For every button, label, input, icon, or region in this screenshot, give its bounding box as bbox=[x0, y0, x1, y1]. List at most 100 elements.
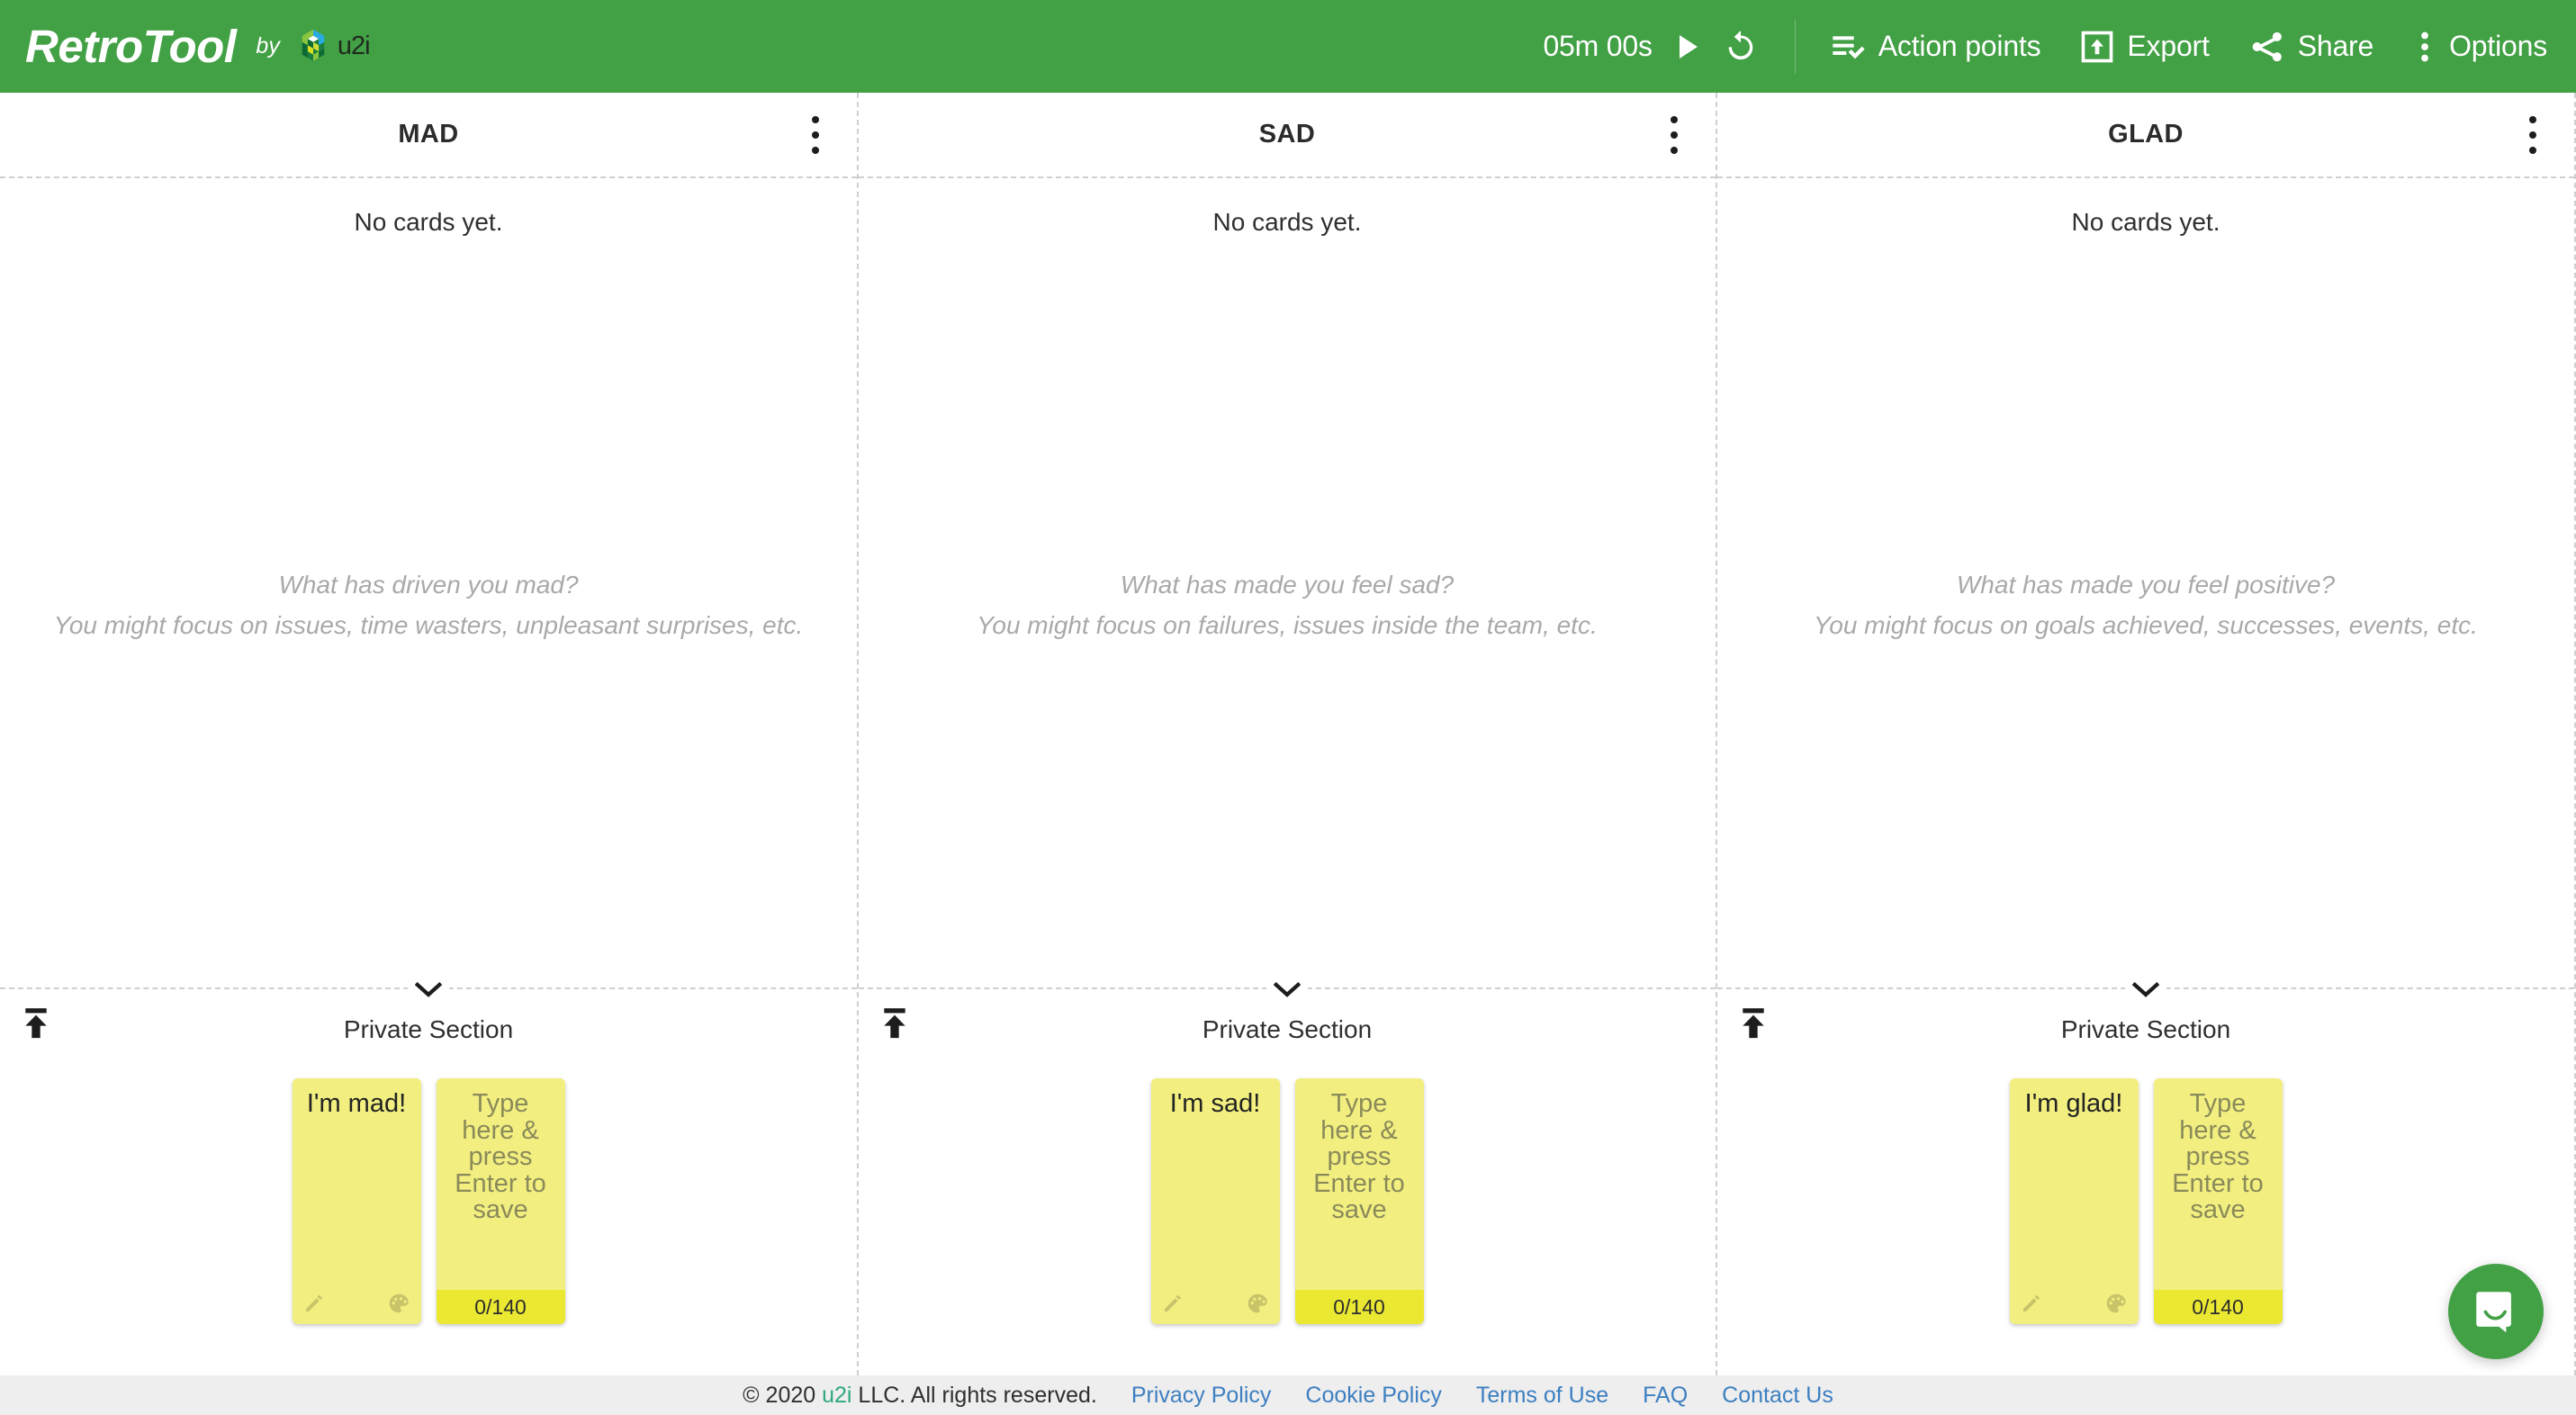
chevron-down-icon bbox=[415, 981, 442, 997]
palette-icon[interactable] bbox=[2104, 1292, 2128, 1315]
options-kebab-icon bbox=[2421, 32, 2428, 61]
footer-link-privacy-policy[interactable]: Privacy Policy bbox=[1131, 1383, 1272, 1409]
footer-link-contact-us[interactable]: Contact Us bbox=[1722, 1383, 1833, 1409]
private-section-bar: Private Section bbox=[859, 1002, 1716, 1058]
palette-icon[interactable] bbox=[387, 1292, 410, 1315]
share-label: Share bbox=[2297, 30, 2374, 62]
options-button[interactable]: Options bbox=[2413, 0, 2547, 93]
board-column-mad: MAD No cards yet. What has driven you ma… bbox=[0, 93, 859, 1375]
private-section-label: Private Section bbox=[1202, 1015, 1373, 1043]
collapse-private-section-button[interactable] bbox=[1266, 975, 1308, 1005]
card-footer bbox=[1151, 1283, 1280, 1324]
chevron-down-icon bbox=[2132, 981, 2159, 997]
column-hint-line1: What has made you feel positive? bbox=[1956, 571, 2336, 599]
board-column-glad: GLAD No cards yet. What has made you fee… bbox=[1717, 93, 2576, 1375]
publish-to-board-icon bbox=[884, 1008, 905, 1039]
new-card-placeholder: Type here & press Enter to save bbox=[2172, 1089, 2264, 1225]
column-hint-line2: You might focus on failures, issues insi… bbox=[977, 611, 1598, 640]
page-footer: © 2020 u2i LLC. All rights reserved. Pri… bbox=[0, 1375, 2576, 1415]
app-header: RetroTool by u2i 05m 00s Action points E… bbox=[0, 0, 2576, 93]
footer-link-cookie-policy[interactable]: Cookie Policy bbox=[1305, 1383, 1441, 1409]
column-header: SAD bbox=[859, 93, 1716, 178]
private-section-label: Private Section bbox=[343, 1015, 514, 1043]
new-card-placeholder: Type here & press Enter to save bbox=[1313, 1089, 1405, 1225]
export-label: Export bbox=[2127, 30, 2210, 62]
pencil-icon[interactable] bbox=[303, 1293, 325, 1314]
private-card[interactable]: I'm glad! bbox=[2009, 1078, 2139, 1324]
column-hint: What has made you feel positive? You mig… bbox=[1717, 564, 2574, 646]
publish-to-board-icon bbox=[1743, 1008, 1764, 1039]
private-cards-row: I'm mad! Type here & press Enter to save… bbox=[0, 1078, 857, 1324]
footer-link-faq[interactable]: FAQ bbox=[1643, 1383, 1688, 1409]
column-menu-kebab-icon[interactable] bbox=[2518, 115, 2547, 154]
export-button[interactable]: Export bbox=[2080, 0, 2210, 93]
column-header: GLAD bbox=[1717, 93, 2574, 178]
u2i-cube-logo-icon bbox=[302, 29, 325, 61]
action-points-button[interactable]: Action points bbox=[1830, 0, 2041, 93]
card-text: I'm mad! bbox=[306, 1089, 407, 1118]
pencil-icon[interactable] bbox=[2021, 1293, 2042, 1314]
column-menu-kebab-icon[interactable] bbox=[801, 115, 830, 154]
export-icon bbox=[2082, 31, 2113, 62]
publish-to-board-button[interactable] bbox=[20, 1006, 52, 1045]
publish-to-board-button[interactable] bbox=[878, 1006, 911, 1045]
column-title: GLAD bbox=[2108, 120, 2184, 149]
private-card[interactable]: I'm mad! bbox=[292, 1078, 421, 1324]
column-hint: What has driven you mad? You might focus… bbox=[0, 564, 857, 646]
card-text: I'm glad! bbox=[2024, 1089, 2123, 1118]
column-header: MAD bbox=[0, 93, 857, 178]
publish-to-board-button[interactable] bbox=[1737, 1006, 1770, 1045]
new-card-input[interactable]: Type here & press Enter to save 0/140 bbox=[436, 1078, 565, 1324]
card-text: I'm sad! bbox=[1169, 1089, 1261, 1118]
collapse-private-section-button[interactable] bbox=[2125, 975, 2166, 1005]
brand-company-label: u2i bbox=[337, 32, 371, 60]
private-card[interactable]: I'm sad! bbox=[1150, 1078, 1280, 1324]
column-hint: What has made you feel sad? You might fo… bbox=[859, 564, 1716, 646]
column-title: MAD bbox=[398, 120, 459, 149]
intercom-chat-launcher[interactable] bbox=[2448, 1264, 2544, 1359]
column-hint-line1: What has driven you mad? bbox=[278, 571, 579, 599]
column-menu-kebab-icon[interactable] bbox=[1660, 115, 1689, 154]
private-section-bar: Private Section bbox=[0, 1002, 857, 1058]
publish-to-board-icon bbox=[25, 1008, 47, 1039]
char-counter: 0/140 bbox=[436, 1290, 565, 1324]
column-title: SAD bbox=[1258, 120, 1316, 149]
column-hint-line1: What has made you feel sad? bbox=[1120, 571, 1455, 599]
copyright-pre: © 2020 bbox=[743, 1382, 823, 1408]
new-card-input[interactable]: Type here & press Enter to save 0/140 bbox=[1294, 1078, 1424, 1324]
private-section-bar: Private Section bbox=[1717, 1002, 2574, 1058]
board-column-sad: SAD No cards yet. What has made you feel… bbox=[859, 93, 1717, 1375]
pencil-icon[interactable] bbox=[1162, 1293, 1184, 1314]
retro-board: MAD No cards yet. What has driven you ma… bbox=[0, 93, 2576, 1375]
private-cards-row: I'm sad! Type here & press Enter to save… bbox=[859, 1078, 1716, 1324]
private-section-label: Private Section bbox=[2060, 1015, 2231, 1043]
card-footer bbox=[293, 1283, 421, 1324]
char-counter: 0/140 bbox=[2153, 1290, 2283, 1324]
timer-display: 05m 00s bbox=[1543, 30, 1653, 62]
card-footer bbox=[2010, 1283, 2139, 1324]
copyright-text: © 2020 u2i LLC. All rights reserved. bbox=[743, 1383, 1097, 1409]
header-actions: 05m 00s Action points Export Share Optio… bbox=[1543, 0, 2576, 93]
column-hint-line2: You might focus on issues, time wasters,… bbox=[53, 611, 804, 640]
chevron-down-icon bbox=[1274, 981, 1301, 997]
empty-state-text: No cards yet. bbox=[354, 208, 503, 236]
play-icon bbox=[1679, 34, 1698, 59]
collapse-private-section-button[interactable] bbox=[408, 975, 449, 1005]
share-button[interactable]: Share bbox=[2249, 0, 2373, 93]
header-divider bbox=[1794, 19, 1796, 74]
reset-timer-icon bbox=[1728, 30, 1753, 59]
action-points-icon bbox=[1833, 35, 1865, 59]
palette-icon[interactable] bbox=[1246, 1292, 1269, 1315]
brand-by-label: by bbox=[256, 33, 280, 59]
new-card-input[interactable]: Type here & press Enter to save 0/140 bbox=[2153, 1078, 2283, 1324]
brand-logo[interactable]: RetroTool by u2i bbox=[0, 20, 371, 73]
timer-reset-button[interactable] bbox=[1723, 29, 1759, 65]
share-icon bbox=[2252, 32, 2282, 61]
column-hint-line2: You might focus on goals achieved, succe… bbox=[1814, 611, 2478, 640]
empty-state-text: No cards yet. bbox=[2071, 208, 2220, 236]
app-title: RetroTool bbox=[25, 21, 237, 72]
footer-link-terms-of-use[interactable]: Terms of Use bbox=[1476, 1383, 1608, 1409]
char-counter: 0/140 bbox=[1294, 1290, 1424, 1324]
timer-play-button[interactable] bbox=[1653, 34, 1698, 59]
copyright-company: u2i bbox=[822, 1382, 852, 1408]
